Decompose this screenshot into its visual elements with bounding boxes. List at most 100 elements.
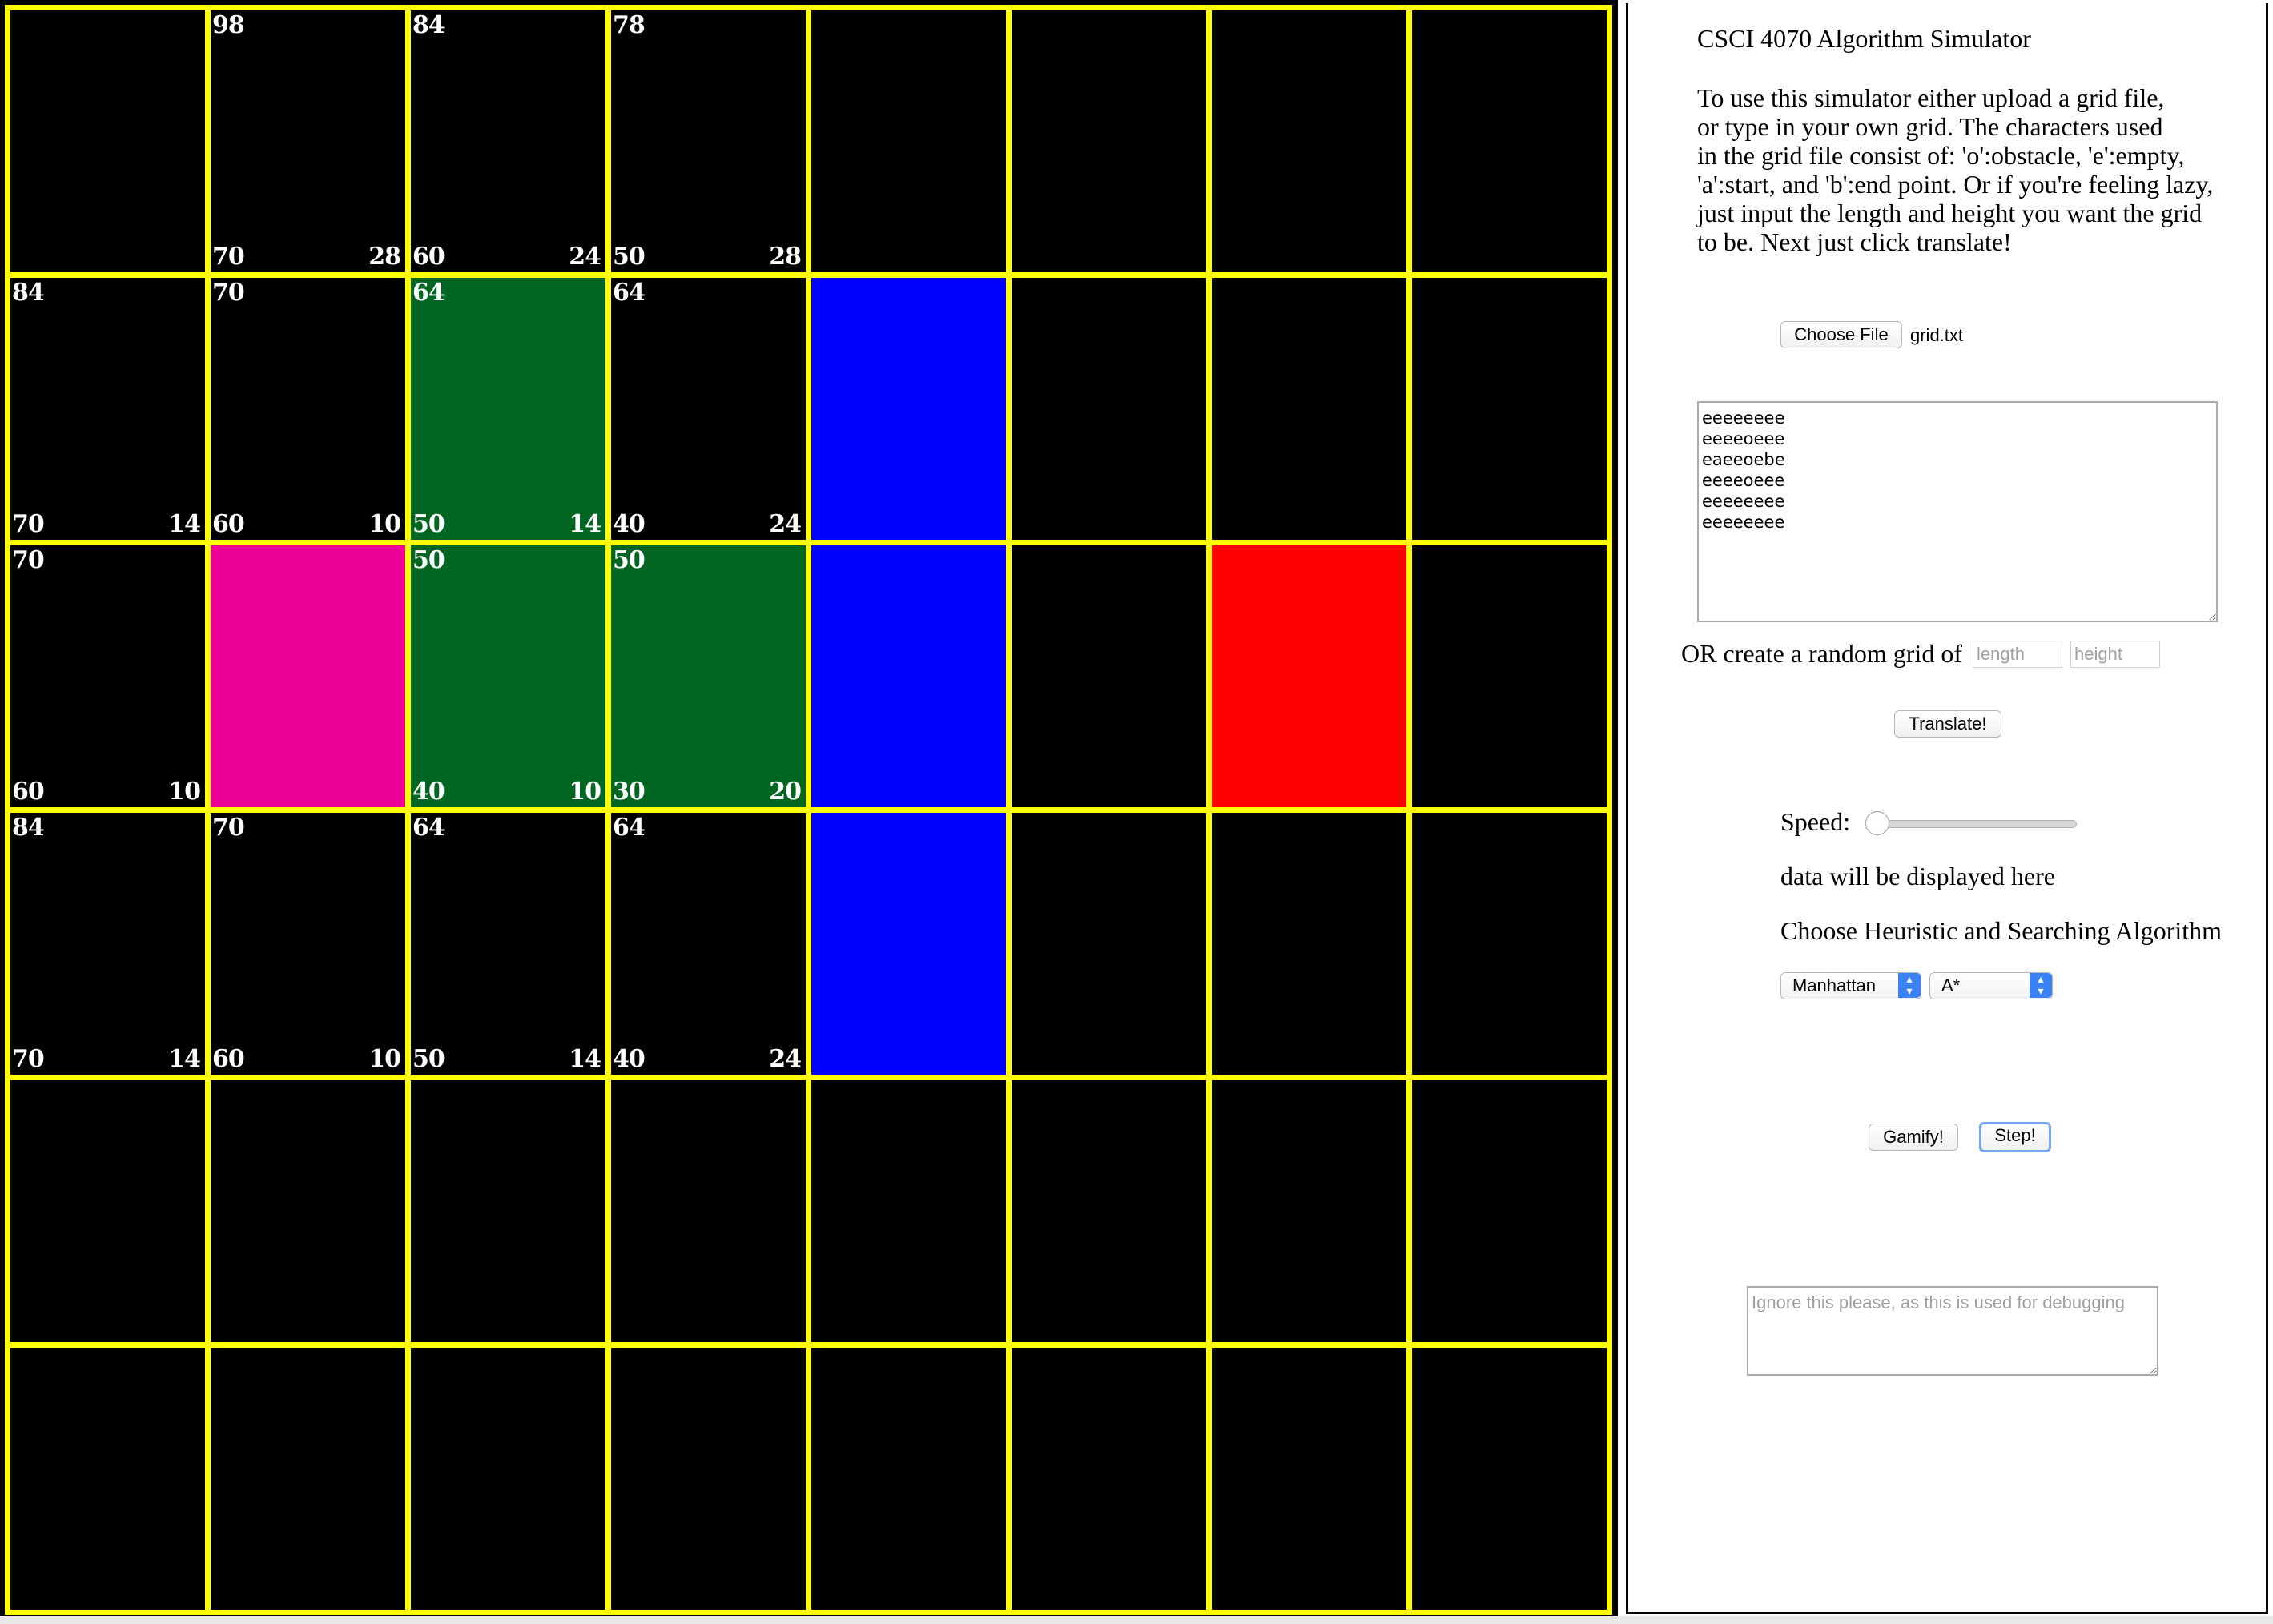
grid-cell-empty[interactable] [611,278,806,540]
cell-score-total: 70 [212,814,245,842]
grid-cell-empty[interactable] [1412,545,1607,807]
grid-cell-empty[interactable] [1212,1080,1406,1342]
cell-score-g: 60 [12,778,45,806]
grid-cell-empty[interactable] [211,10,405,272]
grid-cell-empty[interactable] [1412,1080,1607,1342]
heuristic-select[interactable]: Manhattan ▴ ▾ [1780,972,1921,999]
speed-slider-track[interactable] [1865,820,2077,828]
grid-cell-empty[interactable] [411,1080,605,1342]
algorithm-select[interactable]: A* ▴ ▾ [1929,972,2053,999]
grid-cell-empty[interactable] [1012,278,1206,540]
grid-line [5,1610,1612,1615]
speed-slider-thumb[interactable] [1865,811,1889,835]
grid-cell-start[interactable] [211,545,405,807]
debug-textarea[interactable] [1747,1286,2158,1376]
grid-cell-obstacle[interactable] [811,545,1006,807]
grid-cell-obstacle[interactable] [811,278,1006,540]
instructions: To use this simulator either upload a gr… [1697,83,2213,256]
random-grid-label: OR create a random grid of [1681,639,1962,668]
cell-score-h: 14 [168,1045,201,1073]
grid-canvas[interactable]: 98 70 28 84 60 24 78 50 28 84 70 14 70 60 10 64 50 14 64 40… [0,0,1618,1616]
cell-score-h: 28 [769,243,802,271]
cell-score-total: 64 [412,814,445,842]
cell-score-h: 10 [168,778,201,806]
cell-score-g: 50 [412,510,445,538]
grid-cell-visited[interactable] [611,545,806,807]
select-chevron-icon: ▴ ▾ [2030,973,2052,998]
cell-score-total: 64 [412,279,445,307]
grid-cell-empty[interactable] [1412,278,1607,540]
grid-cell-empty[interactable] [811,1348,1006,1610]
heuristic-selected: Manhattan [1792,975,1876,995]
grid-cell-empty[interactable] [1412,813,1607,1075]
file-name: grid.txt [1910,325,1964,345]
grid-cell-empty[interactable] [10,813,205,1075]
cell-score-h: 24 [569,243,601,271]
grid-cell-empty[interactable] [211,1080,405,1342]
cell-score-total: 84 [12,814,45,842]
grid-cell-end[interactable] [1212,545,1406,807]
grid-cell-empty[interactable] [1012,1080,1206,1342]
grid-line [5,1075,1612,1080]
grid-cell-empty[interactable] [211,1348,405,1610]
grid-cell-empty[interactable] [411,1348,605,1610]
step-button[interactable]: Step! [1979,1122,2051,1152]
cell-score-h: 10 [368,1045,401,1073]
cell-score-h: 20 [769,778,802,806]
cell-score-total: 50 [613,546,646,574]
cell-score-total: 78 [613,11,646,39]
grid-cell-empty[interactable] [211,813,405,1075]
grid-cell-empty[interactable] [10,1348,205,1610]
grid-cell-empty[interactable] [1412,10,1607,272]
grid-cell-empty[interactable] [1212,10,1406,272]
grid-cell-empty[interactable] [811,1080,1006,1342]
translate-button[interactable]: Translate! [1894,710,2001,738]
grid-cell-empty[interactable] [10,278,205,540]
grid-cell-obstacle[interactable] [811,813,1006,1075]
instructions-line: just input the length and height you wan… [1697,199,2203,227]
cell-score-g: 60 [212,1045,245,1073]
grid-cell-empty[interactable] [10,545,205,807]
grid-cell-empty[interactable] [10,10,205,272]
grid-cell-empty[interactable] [1012,545,1206,807]
grid-cell-empty[interactable] [211,278,405,540]
select-chevron-icon: ▴ ▾ [1898,973,1921,998]
grid-cell-empty[interactable] [611,1080,806,1342]
control-panel: CSCI 4070 Algorithm Simulator To use thi… [1626,3,2268,1614]
choose-file-button[interactable]: Choose File [1780,321,1902,348]
grid-cell-empty[interactable] [611,1348,806,1610]
cell-score-h: 24 [769,510,802,538]
grid-cell-empty[interactable] [811,10,1006,272]
cell-score-g: 70 [12,510,45,538]
gamify-button[interactable]: Gamify! [1869,1124,1958,1151]
grid-cell-empty[interactable] [1212,813,1406,1075]
grid-line [5,5,1612,10]
grid-cell-empty[interactable] [1412,1348,1607,1610]
cell-score-g: 60 [412,243,445,271]
grid-cell-empty[interactable] [611,10,806,272]
grid-cell-empty[interactable] [1212,278,1406,540]
cell-score-g: 40 [613,510,646,538]
cell-score-total: 50 [412,546,445,574]
grid-cell-empty[interactable] [1212,1348,1406,1610]
grid-cell-empty[interactable] [1012,1348,1206,1610]
grid-cell-empty[interactable] [411,813,605,1075]
grid-line [5,272,1612,278]
cell-score-g: 30 [613,778,646,806]
grid-cell-visited[interactable] [411,278,605,540]
grid-cell-visited[interactable] [411,545,605,807]
cell-score-h: 24 [769,1045,802,1073]
height-input[interactable] [2070,641,2160,668]
instructions-line: to be. Next just click translate! [1697,227,2012,256]
instructions-line: To use this simulator either upload a gr… [1697,83,2165,112]
length-input[interactable] [1973,641,2062,668]
grid-cell-empty[interactable] [411,10,605,272]
cell-score-total: 70 [212,279,245,307]
grid-cell-empty[interactable] [611,813,806,1075]
grid-text-input[interactable] [1697,401,2218,622]
data-display: data will be displayed here [1780,862,2055,890]
grid-cell-empty[interactable] [10,1080,205,1342]
grid-cell-empty[interactable] [1012,813,1206,1075]
cell-score-h: 14 [168,510,201,538]
grid-cell-empty[interactable] [1012,10,1206,272]
